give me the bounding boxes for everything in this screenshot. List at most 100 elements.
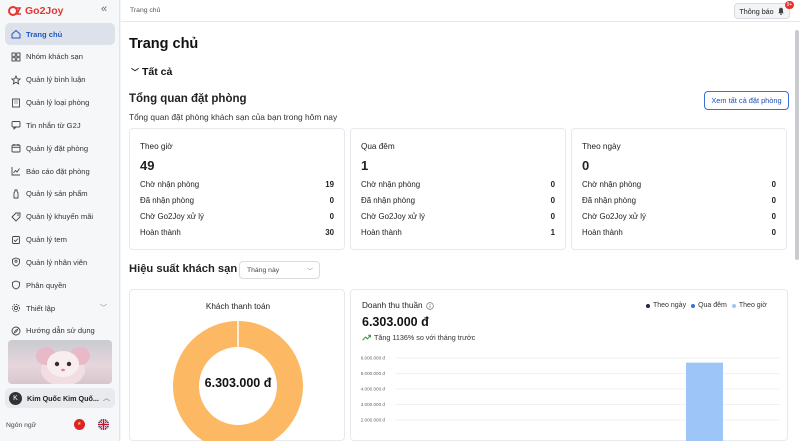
language-switcher: Ngôn ngữ [6,417,114,433]
brand[interactable]: Go2Joy [8,4,64,18]
stamp-icon [11,235,21,245]
info-icon[interactable] [425,301,434,310]
account-menu[interactable]: K Kim Quốc Kim Quố... ︿ [5,388,115,408]
stat-row: Chờ nhận phòng 0 [582,180,776,192]
performance-title: Hiệu suất khách sạn [129,263,238,275]
legend-item[interactable]: Theo ngày [646,302,686,309]
stat-row: Chờ Go2Joy xử lý 0 [361,212,555,224]
section-label: Tất cả [142,66,173,78]
stat-row-value: 0 [771,180,776,189]
stat-row-label: Hoàn thành [140,228,181,237]
building-icon [11,98,21,108]
topbar: Trang chủ Thông báo 9+ [121,0,800,22]
legend-swatch [691,303,696,308]
sidebar-item-label: Báo cáo đặt phòng [26,166,90,176]
collapse-sidebar-button[interactable]: « [101,3,107,15]
section-toggle[interactable]: ﹀ Tất cả [131,66,172,78]
stat-row-value: 0 [771,212,776,221]
chevron-down-icon: ﹀ [100,305,107,313]
stat-row: Hoàn thành 0 [582,228,776,240]
user-shield-icon [11,257,21,267]
sidebar-item-2[interactable]: Quản lý bình luận [5,69,115,91]
stat-row: Chờ nhận phòng 0 [361,180,555,192]
booking-overview-subtitle: Tổng quan đặt phòng khách sạn của bạn tr… [129,112,338,122]
uk-flag-icon[interactable] [98,419,109,430]
notifications-badge: 9+ [785,1,794,9]
sidebar-item-12[interactable]: Thiết lập ﹀ [5,297,115,319]
page-scrollbar[interactable] [795,30,799,260]
vietnam-flag-icon[interactable] [74,419,85,430]
legend-label: Theo ngày [653,302,687,309]
stat-row: Hoàn thành 1 [361,228,555,240]
legend-item[interactable]: Qua đêm [691,302,727,309]
sidebar-item-7[interactable]: Quản lý sản phẩm [5,183,115,205]
language-label: Ngôn ngữ [6,421,37,429]
stat-row: Đã nhận phòng 0 [582,196,776,208]
bottle-icon [11,189,21,199]
page-title: Trang chủ [129,36,199,52]
stat-row-label: Hoàn thành [361,228,402,237]
sidebar-item-3[interactable]: Quản lý loại phòng [5,92,115,114]
stat-row-label: Chờ nhận phòng [361,180,421,189]
sidebar-item-4[interactable]: Tin nhắn từ G2J [5,114,115,136]
stat-row-label: Chờ Go2Joy xử lý [140,212,204,221]
sidebar-item-13[interactable]: Hướng dẫn sử dụng [5,320,115,342]
calendar-icon [11,143,21,153]
sidebar-item-label: Quản lý loại phòng [26,98,90,108]
chart-icon [11,166,21,176]
breadcrumb[interactable]: Trang chủ [130,7,160,14]
booking-overview-title: Tổng quan đặt phòng [129,93,247,105]
chart-legend: Theo ngày Qua đêm Theo giờ [641,302,767,309]
sidebar-item-10[interactable]: Quản lý nhân viên [5,251,115,273]
chevron-up-icon: ︿ [103,395,110,402]
sidebar-item-5[interactable]: Quản lý đặt phòng [5,137,115,159]
stat-row: Chờ Go2Joy xử lý 0 [140,212,334,224]
sidebar-item-label: Quản lý đặt phòng [26,143,89,153]
sidebar-item-1[interactable]: Nhóm khách sạn [5,46,115,68]
stat-row-value: 0 [329,196,334,205]
legend-label: Qua đêm [698,302,727,309]
sidebar-item-label: Trang chủ [26,29,63,39]
period-select[interactable]: Tháng này ﹀ [239,261,320,279]
sidebar-item-6[interactable]: Báo cáo đặt phòng [5,160,115,182]
stat-row-label: Đã nhận phòng [140,196,194,205]
brand-name: Go2Joy [25,5,64,17]
stat-row-label: Chờ nhận phòng [140,180,200,189]
trend-up-icon [362,334,371,341]
notifications-button[interactable]: Thông báo 9+ [734,1,794,19]
stat-row-label: Đã nhận phòng [582,196,636,205]
stat-row-value: 30 [325,228,334,237]
star-icon [11,74,21,85]
y-tick-label: 6.000.000 đ [361,356,386,361]
stat-row-label: Chờ nhận phòng [582,180,642,189]
grid-icon [11,52,21,62]
stat-row-value: 0 [550,180,555,189]
stat-row-value: 0 [329,212,334,221]
gear-icon [11,303,21,313]
legend-item[interactable]: Theo giờ [731,302,767,309]
sidebar-item-11[interactable]: Phân quyền [5,274,115,296]
booking-stat-card: Theo giờ 49 Chờ nhận phòng 19 Đã nhận phòng 0… [129,128,345,250]
stat-row-value: 0 [771,196,776,205]
bell-icon [777,7,784,15]
chevron-down-icon: ﹀ [131,67,139,77]
net-revenue-title-row: Doanh thu thuần [362,301,434,310]
stat-card-title: Theo giờ [140,142,173,151]
sidebar-item-8[interactable]: Quản lý khuyến mãi [5,206,115,228]
view-all-bookings-button[interactable]: Xem tất cả đặt phòng [704,91,789,110]
stat-row-value: 0 [550,196,555,205]
sidebar-item-9[interactable]: Quản lý tem [5,229,115,251]
revenue-bar[interactable] [686,362,723,441]
sidebar-item-label: Quản lý sản phẩm [26,189,88,199]
revenue-trend-label: Tăng 1136% so với tháng trước [374,333,476,342]
message-icon [11,120,21,131]
y-tick-label: 2.000.000 đ [361,418,386,423]
sidebar-item-label: Quản lý khuyến mãi [26,212,94,222]
compass-icon [11,326,21,336]
sidebar-nav: Trang chủ Nhóm khách sạn Quản lý bình luận… [5,23,115,343]
stat-row: Đã nhận phòng 0 [140,196,334,208]
sidebar-item-0[interactable]: Trang chủ [5,23,115,45]
promo-banner-image [8,340,112,384]
stat-row: Hoàn thành 30 [140,228,334,240]
shield-icon [11,280,21,290]
